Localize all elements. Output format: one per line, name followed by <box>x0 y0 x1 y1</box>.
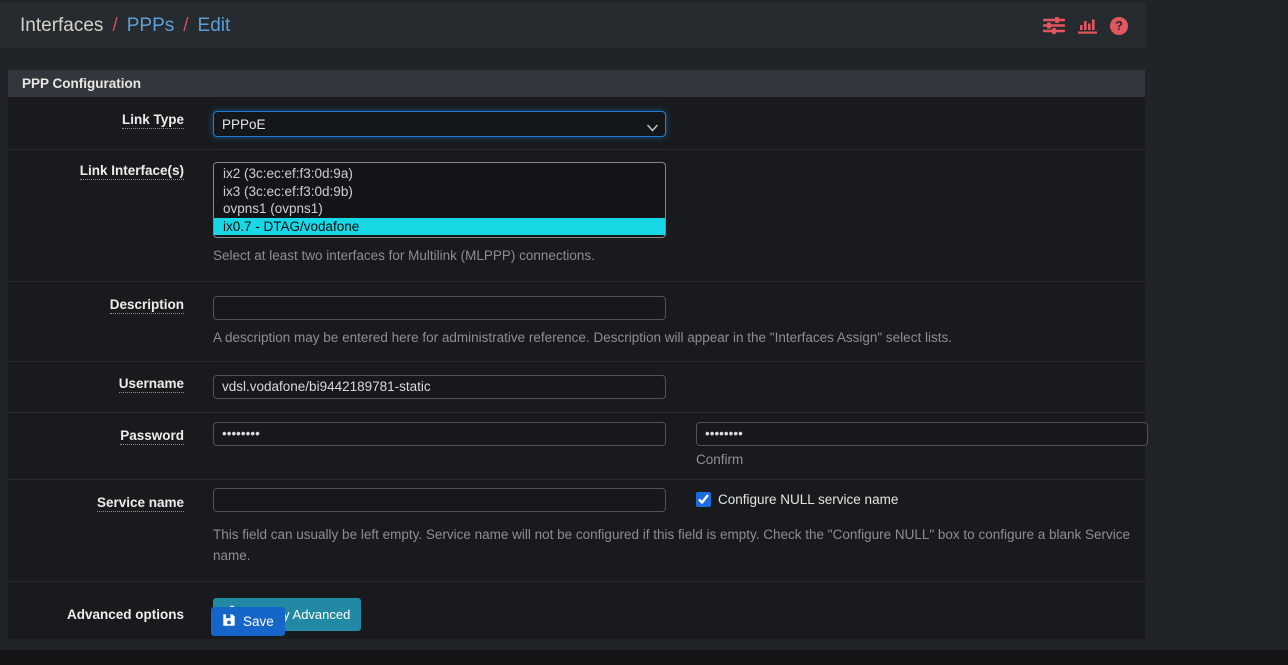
listbox-option[interactable]: ix2 (3c:ec:ef:f3:0d:9a) <box>214 165 665 183</box>
form-actions: Save <box>211 607 285 636</box>
breadcrumb-link-edit[interactable]: Edit <box>198 15 231 37</box>
password-confirm-input[interactable] <box>696 422 1148 446</box>
password-label: Password <box>120 428 184 445</box>
bottom-strip <box>0 650 1288 665</box>
form-row-description: Description A description may be entered… <box>8 282 1145 362</box>
form-row-advanced: Advanced options Display Advanced <box>8 582 1145 639</box>
form-row-link-type: Link Type PPPoE <box>8 97 1145 150</box>
panel-title: PPP Configuration <box>8 70 1145 97</box>
chart-bar-icon[interactable] <box>1078 17 1097 34</box>
breadcrumb: Interfaces / PPPs / Edit <box>20 15 230 37</box>
help-icon[interactable]: ? <box>1110 17 1128 35</box>
description-input[interactable] <box>213 296 666 320</box>
save-button[interactable]: Save <box>211 607 285 636</box>
navbar-icons: ? <box>1043 16 1128 35</box>
link-type-label: Link Type <box>122 112 184 129</box>
advanced-options-label: Advanced options <box>67 607 184 623</box>
breadcrumb-bar: Interfaces / PPPs / Edit <box>0 3 1146 48</box>
form-row-username: Username <box>8 362 1145 413</box>
save-button-label: Save <box>243 614 274 629</box>
form-row-link-interfaces: Link Interface(s) ix2 (3c:ec:ef:f3:0d:9a… <box>8 150 1145 282</box>
breadcrumb-separator: / <box>112 15 117 37</box>
link-interfaces-listbox[interactable]: ix2 (3c:ec:ef:f3:0d:9a) ix3 (3c:ec:ef:f3… <box>213 162 666 238</box>
service-name-label: Service name <box>97 495 184 512</box>
sliders-icon[interactable] <box>1043 16 1065 35</box>
configure-null-checkbox[interactable] <box>696 492 711 507</box>
link-interfaces-label: Link Interface(s) <box>80 163 184 180</box>
save-icon <box>222 613 236 630</box>
description-label: Description <box>110 297 184 314</box>
ppp-configuration-panel: PPP Configuration Link Type PPPoE Link I… <box>7 69 1146 640</box>
username-input[interactable] <box>213 375 666 399</box>
confirm-label: Confirm <box>696 452 1148 467</box>
username-label: Username <box>119 376 184 393</box>
breadcrumb-separator: / <box>183 15 188 37</box>
service-name-help: This field can usually be left empty. Se… <box>213 525 1133 567</box>
link-type-select[interactable]: PPPoE <box>213 111 666 137</box>
password-input[interactable] <box>213 422 666 446</box>
form-row-service-name: Service name Configure NULL service name… <box>8 480 1145 582</box>
form-row-password: Password Confirm <box>8 413 1145 480</box>
configure-null-label[interactable]: Configure NULL service name <box>718 492 898 507</box>
breadcrumb-section: Interfaces <box>20 15 103 37</box>
link-interfaces-help: Select at least two interfaces for Multi… <box>213 246 1133 267</box>
listbox-option[interactable]: ovpns1 (ovpns1) <box>214 200 665 218</box>
service-name-input[interactable] <box>213 488 666 512</box>
listbox-option-selected[interactable]: ix0.7 - DTAG/vodafone <box>214 218 665 236</box>
breadcrumb-link-ppps[interactable]: PPPs <box>127 15 175 37</box>
listbox-option[interactable]: ix3 (3c:ec:ef:f3:0d:9b) <box>214 183 665 201</box>
description-help: A description may be entered here for ad… <box>213 328 1133 349</box>
